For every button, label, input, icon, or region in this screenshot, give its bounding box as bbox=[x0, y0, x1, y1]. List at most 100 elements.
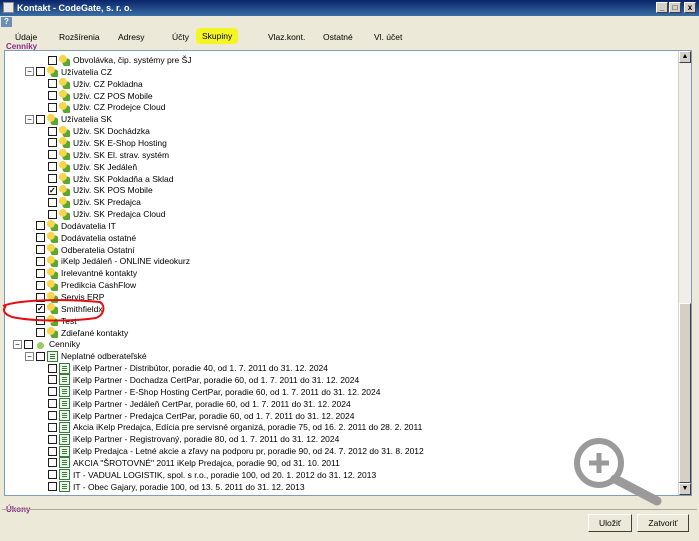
tree-row[interactable]: Uživ. SK El. strav. systém bbox=[37, 149, 169, 161]
tree-row[interactable]: Irelevantné kontakty bbox=[25, 267, 137, 279]
save-button[interactable]: Uložiť bbox=[588, 514, 632, 532]
group-checkbox[interactable] bbox=[48, 162, 57, 172]
group-checkbox[interactable] bbox=[48, 434, 57, 444]
group-checkbox[interactable] bbox=[48, 399, 57, 409]
close-button[interactable]: x bbox=[684, 2, 696, 13]
group-checkbox[interactable] bbox=[48, 446, 57, 456]
group-checkbox[interactable] bbox=[48, 185, 57, 195]
tree-row[interactable]: Zdieľané kontakty bbox=[25, 327, 128, 339]
group-checkbox[interactable] bbox=[48, 458, 57, 468]
close-dialog-button[interactable]: Zatvoriť bbox=[637, 514, 689, 532]
tree-row[interactable]: iKelp Partner - E-Shop Hosting CertPar, … bbox=[37, 386, 380, 398]
tree-row[interactable]: Uživ. SK Jedáleň bbox=[37, 161, 137, 173]
group-checkbox[interactable] bbox=[48, 197, 57, 207]
minimize-button[interactable]: _ bbox=[656, 2, 668, 13]
vertical-scrollbar[interactable]: ▲ ▼ bbox=[678, 51, 691, 495]
tab-rozsirenia[interactable]: Rozšírenia bbox=[59, 32, 100, 42]
tree-row[interactable]: Dodávatelia ostatné bbox=[25, 232, 136, 244]
tree-row[interactable]: Uživ. SK E-Shop Hosting bbox=[37, 137, 167, 149]
group-checkbox[interactable] bbox=[48, 363, 57, 373]
document-icon bbox=[59, 398, 70, 410]
document-icon bbox=[59, 410, 70, 421]
help-icon[interactable]: ? bbox=[1, 17, 12, 27]
tree-row[interactable]: Akcia iKelp Predajca, Edícia pre servisn… bbox=[37, 421, 422, 433]
tree-row[interactable]: IT - Obec Gajary, poradie 100, od 13. 5.… bbox=[37, 481, 305, 493]
tree-row[interactable]: iKelp Partner - Dochadza CertPar, poradi… bbox=[37, 374, 359, 386]
tree-row[interactable]: − Užívatelia CZ bbox=[25, 66, 112, 78]
group-icon bbox=[59, 137, 70, 149]
tab-skupiny[interactable]: Skupiny bbox=[196, 28, 239, 44]
scroll-thumb[interactable] bbox=[679, 303, 691, 483]
tree-row[interactable]: Uživ. SK Predajca bbox=[37, 196, 141, 208]
scroll-down-icon[interactable]: ▼ bbox=[679, 483, 691, 495]
tab-udaje[interactable]: Údaje bbox=[15, 32, 37, 42]
tree-row[interactable]: Uživ. SK Pokladňa a Sklad bbox=[37, 173, 173, 185]
tree-row[interactable]: AKCIA "ŠROTOVNÉ" 2011 iKelp Predajca, po… bbox=[37, 457, 340, 469]
document-icon bbox=[59, 386, 70, 398]
group-checkbox[interactable] bbox=[36, 67, 45, 77]
tree-row[interactable]: iKelp Partner - Jedáleň CertPar, poradie… bbox=[37, 398, 351, 410]
group-checkbox[interactable] bbox=[48, 375, 57, 385]
group-checkbox[interactable] bbox=[36, 268, 45, 278]
group-checkbox[interactable] bbox=[48, 126, 57, 136]
group-checkbox[interactable] bbox=[48, 150, 57, 160]
tree-row[interactable]: Uživ. SK Predajca Cloud bbox=[37, 208, 165, 220]
group-checkbox[interactable] bbox=[48, 422, 57, 432]
tree-row[interactable]: IT - VADUAL LOGISTIK, spol. s r.o., pora… bbox=[37, 469, 376, 481]
group-checkbox[interactable] bbox=[48, 482, 57, 492]
group-checkbox[interactable] bbox=[36, 280, 45, 290]
zoom-magnifier-icon bbox=[574, 438, 662, 506]
tree-expander-icon[interactable]: − bbox=[13, 339, 22, 349]
document-icon bbox=[59, 433, 70, 445]
group-icon bbox=[59, 208, 70, 220]
tree-row[interactable]: iKelp Partner - Registrovaný, poradie 80… bbox=[37, 433, 339, 445]
group-checkbox[interactable] bbox=[36, 328, 45, 338]
tree-row[interactable]: − Cenníky bbox=[13, 338, 80, 350]
tree-expander-icon[interactable]: − bbox=[25, 351, 34, 361]
group-checkbox[interactable] bbox=[36, 233, 45, 243]
group-checkbox[interactable] bbox=[48, 387, 57, 397]
tree-row[interactable]: − Užívatelia SK bbox=[25, 113, 112, 125]
tree-row[interactable]: Uživ. SK Dochádzka bbox=[37, 125, 150, 137]
group-checkbox[interactable] bbox=[36, 221, 45, 231]
group-checkbox[interactable] bbox=[36, 245, 45, 255]
group-checkbox[interactable] bbox=[48, 470, 57, 480]
tree-row[interactable]: Odberatelia Ostatní bbox=[25, 244, 135, 256]
tree-row[interactable]: iKelp Partner - Distribútor, poradie 40,… bbox=[37, 362, 328, 374]
tree-row[interactable]: iKelp Partner - Predajca CertPar, poradi… bbox=[37, 410, 354, 422]
group-checkbox[interactable] bbox=[48, 174, 57, 183]
tree-item-label: Dodávatelia ostatné bbox=[61, 232, 137, 243]
group-checkbox[interactable] bbox=[36, 351, 45, 361]
group-checkbox[interactable] bbox=[48, 209, 57, 219]
scroll-up-icon[interactable]: ▲ bbox=[679, 51, 691, 63]
tree-row[interactable]: Obvolávka, čip. systémy pre ŠJ bbox=[37, 54, 192, 66]
tab-vlaz-kont[interactable]: Vlaz.kont. bbox=[268, 32, 305, 42]
tree-row[interactable]: Uživ. CZ Prodejce Cloud bbox=[37, 101, 165, 113]
tab-vl-ucet[interactable]: Vl. účet bbox=[374, 32, 402, 42]
group-checkbox[interactable] bbox=[48, 411, 57, 420]
group-checkbox[interactable] bbox=[36, 256, 45, 266]
tree-row[interactable]: − Neplatné odberateľské bbox=[25, 350, 147, 362]
tree-expander-icon[interactable]: − bbox=[25, 67, 34, 77]
group-checkbox[interactable] bbox=[48, 79, 57, 89]
group-checkbox[interactable] bbox=[48, 91, 57, 101]
tab-ucty[interactable]: Účty bbox=[172, 32, 189, 42]
group-checkbox[interactable] bbox=[36, 114, 45, 124]
tree-row[interactable]: iKelp Jedáleň - ONLINE videokurz bbox=[25, 255, 190, 267]
group-icon bbox=[47, 232, 58, 244]
group-checkbox[interactable] bbox=[48, 102, 57, 112]
tree-row[interactable]: Uživ. CZ POS Mobile bbox=[37, 90, 153, 102]
tree-row[interactable]: Dodávatelia IT bbox=[25, 220, 116, 232]
tree-row[interactable]: Predikcia CashFlow bbox=[25, 279, 136, 291]
group-checkbox[interactable] bbox=[48, 138, 57, 148]
tab-ostatne[interactable]: Ostatné bbox=[323, 32, 353, 42]
group-checkbox[interactable] bbox=[24, 339, 33, 349]
tab-adresy[interactable]: Adresy bbox=[118, 32, 144, 42]
maximize-button[interactable]: □ bbox=[669, 2, 681, 13]
tree-row[interactable]: Uživ. SK POS Mobile bbox=[37, 184, 153, 196]
tree-row[interactable]: iKelp Predajca - Letné akcie a zľavy na … bbox=[37, 445, 424, 457]
tree-row[interactable]: Uživ. CZ Pokladna bbox=[37, 78, 143, 90]
group-tree[interactable]: Obvolávka, čip. systémy pre ŠJ − Užívateli… bbox=[4, 50, 692, 496]
group-checkbox[interactable] bbox=[48, 55, 57, 65]
tree-expander-icon[interactable]: − bbox=[25, 114, 34, 124]
